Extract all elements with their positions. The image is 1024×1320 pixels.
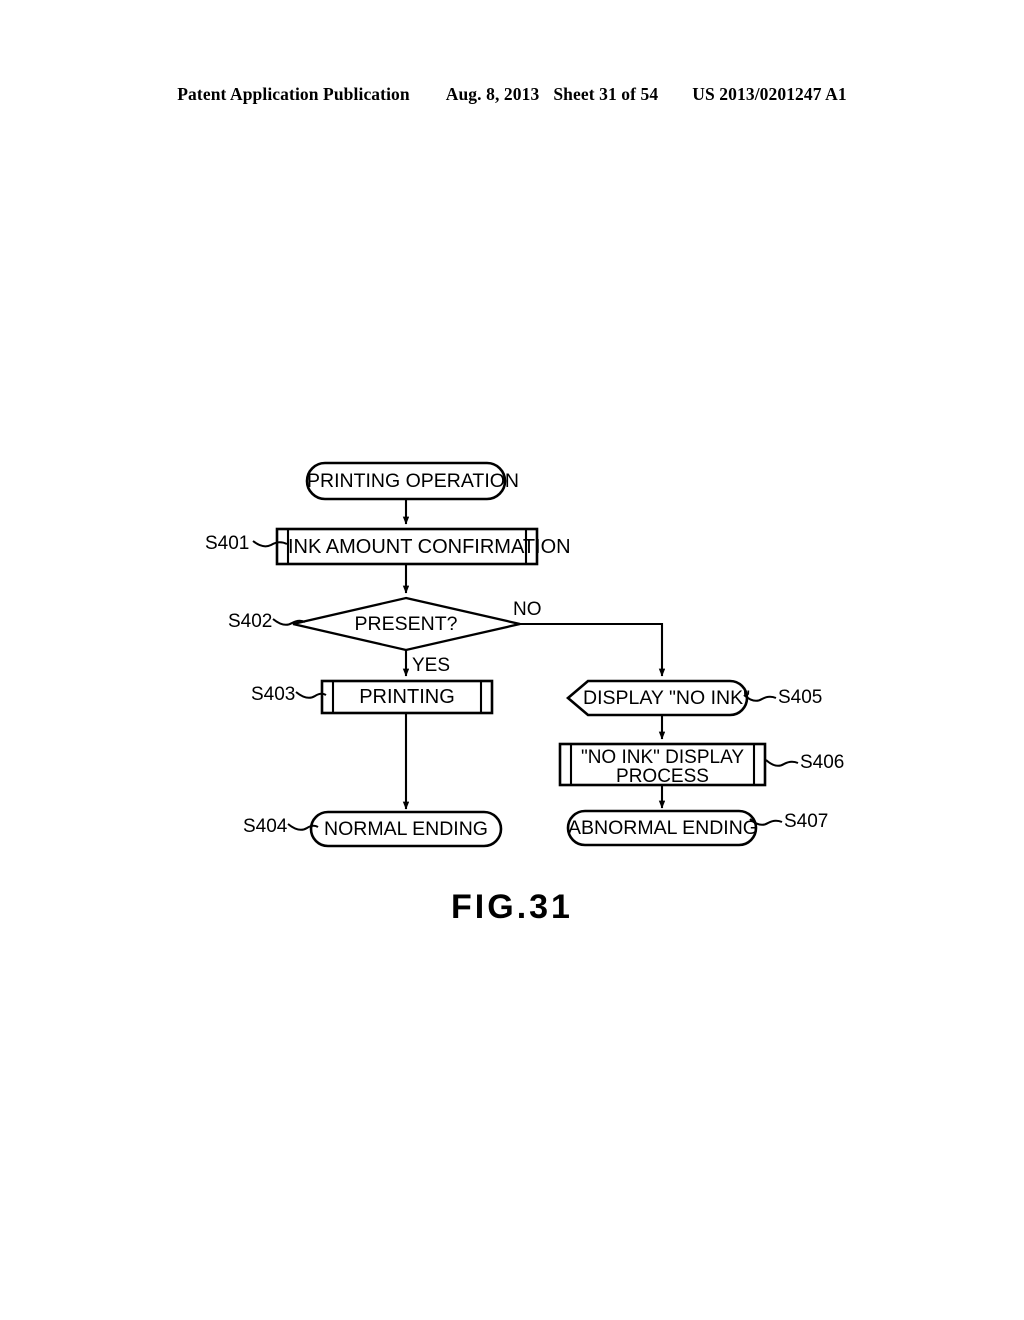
branch-label-yes: YES [412, 655, 451, 676]
branch-label-no: NO [513, 599, 542, 620]
figure-caption: FIG.31 [451, 888, 573, 926]
flowchart-geometry [252, 461, 799, 848]
node-s405-shape [565, 679, 749, 717]
node-s406-shape [558, 742, 767, 787]
step-label-s407: S407 [784, 811, 829, 832]
node-s403-shape [320, 679, 494, 715]
edge-s402-no-to-s405 [520, 622, 666, 677]
leader-s406 [765, 759, 799, 767]
node-s402-shape [292, 596, 521, 652]
step-label-s405: S405 [778, 687, 823, 708]
leader-s405 [743, 694, 777, 702]
step-label-s404: S404 [243, 816, 288, 837]
leader-s401 [252, 540, 288, 548]
step-label-s406: S406 [800, 752, 845, 773]
node-s404-shape [309, 810, 503, 848]
step-label-s402: S402 [228, 611, 273, 632]
node-start-shape [305, 461, 507, 501]
step-label-s403: S403 [251, 684, 296, 705]
node-s407-shape [566, 809, 758, 847]
step-label-s401: S401 [205, 533, 250, 554]
leader-s404 [287, 823, 319, 831]
flowchart-figure: PRINTING OPERATION INK AMOUNT CONFIRMATI… [0, 0, 1024, 1320]
node-s401-shape [275, 527, 539, 566]
